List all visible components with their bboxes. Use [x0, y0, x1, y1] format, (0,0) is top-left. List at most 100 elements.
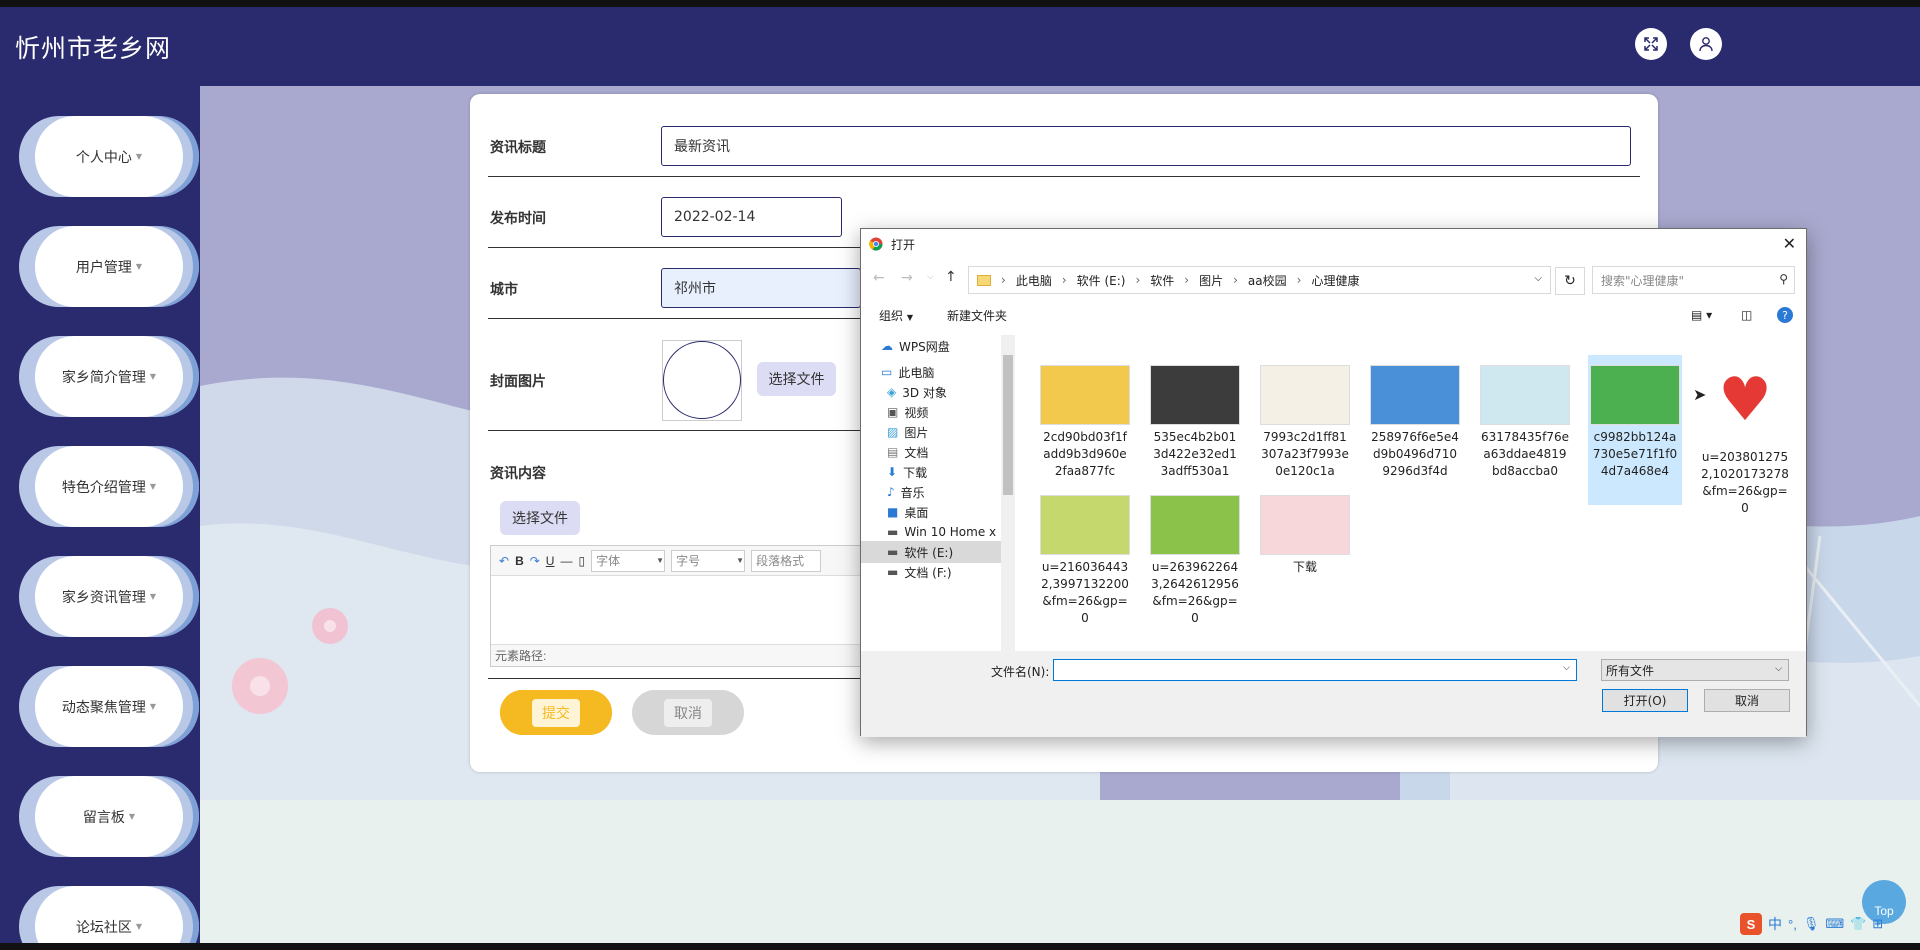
file-item-selected[interactable]: c9982bb124a730e5e71f1f04d7a468e4: [1588, 355, 1682, 505]
font-family-select[interactable]: 字体 ▼: [591, 549, 666, 572]
navigation-tree: ☁ WPS网盘 ▭ 此电脑 ◈ 3D 对象 ▣ 视频 ▨ 图片 ▤ 文档 ⬇ 下载 ♪ 音乐 ■…: [861, 335, 1017, 651]
file-item[interactable]: 2cd90bd03f1fadd9b3d960e2faa877fc: [1038, 365, 1132, 515]
tree-item-drive-c[interactable]: ▬ Win 10 Home x: [887, 521, 996, 543]
redo-icon[interactable]: ↷: [530, 554, 540, 568]
dialog-cancel-button[interactable]: 取消: [1704, 689, 1790, 712]
sidebar-item-label: 家乡简介管理: [61, 369, 146, 386]
open-button[interactable]: 打开(O): [1602, 689, 1688, 712]
address-bar[interactable]: › 此电脑 › 软件 (E:) › 软件 › 图片 › aa校园 › 心理健康 …: [968, 266, 1551, 294]
tree-item-this-pc[interactable]: ▭ 此电脑: [881, 361, 934, 383]
undo-icon[interactable]: ↶: [499, 554, 509, 568]
clear-format-icon[interactable]: ▯: [578, 554, 585, 568]
tree-item-music[interactable]: ♪ 音乐: [887, 481, 925, 503]
header: 忻州市老乡网: [0, 7, 1920, 86]
date-input[interactable]: 2022-02-14: [661, 197, 842, 237]
sidebar-item-user-management[interactable]: 用户管理 ▼: [19, 226, 199, 307]
file-name: u=2160364432,3997132200&fm=26&gp=0: [1041, 560, 1129, 625]
chevron-down-icon: ⌵: [1775, 664, 1782, 674]
filename-input[interactable]: ⌵: [1053, 659, 1577, 681]
tree-item-downloads[interactable]: ⬇ 下载: [887, 461, 927, 483]
dialog-search-input[interactable]: 搜索"心理健康" ⚲: [1592, 266, 1795, 294]
cover-choose-file-button[interactable]: 选择文件: [757, 362, 836, 396]
up-arrow-icon[interactable]: ↑: [945, 269, 957, 285]
recent-dropdown-icon[interactable]: ⌵: [927, 272, 934, 282]
title-input[interactable]: 最新资讯: [661, 126, 1631, 166]
file-name: 63178435f76ea63ddae4819bd8accba0: [1481, 430, 1569, 478]
keyboard-icon[interactable]: ⌨: [1825, 916, 1844, 932]
cancel-button[interactable]: 取消: [632, 690, 744, 735]
breadcrumb-pictures[interactable]: 图片: [1199, 272, 1223, 289]
sogou-logo-icon[interactable]: S: [1740, 913, 1762, 935]
tree-scrollbar[interactable]: [1001, 335, 1015, 651]
tree-item-drive-f[interactable]: ▬ 文档 (F:): [887, 561, 952, 583]
skin-icon[interactable]: 👕: [1850, 916, 1866, 932]
breadcrumb-separator: ›: [1135, 273, 1141, 287]
chrome-icon: [869, 237, 883, 251]
refresh-icon[interactable]: ↻: [1555, 267, 1585, 295]
sidebar-item-feature-intro[interactable]: 特色介绍管理 ▼: [19, 446, 199, 527]
tree-item-label: 桌面: [904, 505, 929, 520]
file-item[interactable]: ♥ u=2038012752,1020173278&fm=26&gp=0: [1698, 355, 1792, 515]
content-choose-file-button[interactable]: 选择文件: [500, 501, 580, 535]
organize-menu[interactable]: 组织 ▼: [879, 307, 913, 324]
editor-toolbar: ↶ B ↷ U — ▯ 字体 ▼ 字号 ▼ 段落格式: [491, 546, 869, 576]
folder-icon: [977, 274, 991, 286]
file-item[interactable]: 63178435f76ea63ddae4819bd8accba0: [1478, 365, 1572, 515]
filetype-select[interactable]: 所有文件 ⌵: [1601, 659, 1789, 681]
sidebar-item-personal-center[interactable]: 个人中心 ▼: [19, 116, 199, 197]
microphone-icon[interactable]: 🎙: [1803, 916, 1820, 932]
file-item[interactable]: u=2160364432,3997132200&fm=26&gp=0: [1038, 495, 1132, 645]
file-item[interactable]: 258976f6e5e4d9b0496d7109296d3f4d: [1368, 365, 1462, 515]
tree-item-pictures[interactable]: ▨ 图片: [887, 421, 928, 443]
sidebar-item-label: 动态聚焦管理: [61, 699, 146, 716]
submit-button[interactable]: 提交: [500, 690, 612, 735]
breadcrumb-drive-e[interactable]: 软件 (E:): [1077, 272, 1126, 289]
view-options-icon[interactable]: ▤ ▾: [1691, 308, 1712, 322]
back-arrow-icon[interactable]: ←: [873, 270, 885, 286]
user-button[interactable]: [1690, 28, 1722, 60]
punctuation-icon[interactable]: °,: [1788, 917, 1797, 932]
file-thumbnail: ♥: [1700, 355, 1790, 445]
fullscreen-button[interactable]: [1635, 28, 1667, 60]
city-select[interactable]: 祁州市: [661, 268, 861, 308]
tree-item-videos[interactable]: ▣ 视频: [887, 401, 928, 423]
forward-arrow-icon[interactable]: →: [901, 270, 913, 286]
sidebar-item-message-board[interactable]: 留言板 ▼: [19, 776, 199, 857]
sidebar-item-forum[interactable]: 论坛社区 ▼: [19, 886, 199, 950]
tree-item-wps-cloud[interactable]: ☁ WPS网盘: [881, 335, 950, 357]
new-folder-button[interactable]: 新建文件夹: [947, 307, 1007, 324]
close-icon[interactable]: ✕: [1783, 234, 1796, 253]
toolbox-icon[interactable]: ⊞: [1872, 916, 1883, 932]
editor-body[interactable]: [491, 576, 869, 646]
filename-dropdown-icon[interactable]: ⌵: [1563, 663, 1570, 673]
tree-item-desktop[interactable]: ■ 桌面: [887, 501, 928, 523]
file-item[interactable]: 下载: [1258, 495, 1352, 645]
document-icon: ▤: [887, 445, 899, 459]
tree-item-3d-objects[interactable]: ◈ 3D 对象: [887, 381, 947, 403]
tree-scrollbar-thumb[interactable]: [1003, 355, 1013, 495]
horizontal-rule-icon[interactable]: —: [560, 554, 572, 568]
ime-language-toggle[interactable]: 中: [1768, 914, 1782, 934]
breadcrumb-software[interactable]: 软件: [1150, 272, 1174, 289]
breadcrumb-campus[interactable]: aa校园: [1248, 272, 1287, 289]
date-label: 发布时间: [490, 211, 546, 227]
file-item[interactable]: 7993c2d1ff81307a23f7993e0e120c1a: [1258, 365, 1352, 515]
file-item[interactable]: u=2639622643,2642612956&fm=26&gp=0: [1148, 495, 1242, 645]
preview-pane-icon[interactable]: ◫: [1741, 308, 1752, 322]
address-dropdown-icon[interactable]: ⌵: [1534, 273, 1542, 284]
font-size-select[interactable]: 字号 ▼: [671, 549, 746, 572]
breadcrumb-mental-health[interactable]: 心理健康: [1311, 272, 1359, 289]
breadcrumb-this-pc[interactable]: 此电脑: [1016, 272, 1052, 289]
sidebar-item-hometown-intro[interactable]: 家乡简介管理 ▼: [19, 336, 199, 417]
paragraph-format-select[interactable]: 段落格式: [751, 549, 822, 572]
file-item[interactable]: 535ec4b2b013d422e32ed13adff530a1: [1148, 365, 1242, 515]
tree-item-drive-e[interactable]: ▬ 软件 (E:): [861, 541, 1001, 563]
tree-item-documents[interactable]: ▤ 文档: [887, 441, 928, 463]
sidebar-item-label: 论坛社区: [75, 919, 132, 936]
help-icon[interactable]: ?: [1777, 307, 1793, 323]
sidebar-item-hometown-news[interactable]: 家乡资讯管理 ▼: [19, 556, 199, 637]
picture-icon: ▨: [887, 425, 899, 439]
sidebar-item-dynamic-focus[interactable]: 动态聚焦管理 ▼: [19, 666, 199, 747]
bold-button[interactable]: B: [515, 554, 524, 568]
underline-button[interactable]: U: [546, 554, 555, 568]
